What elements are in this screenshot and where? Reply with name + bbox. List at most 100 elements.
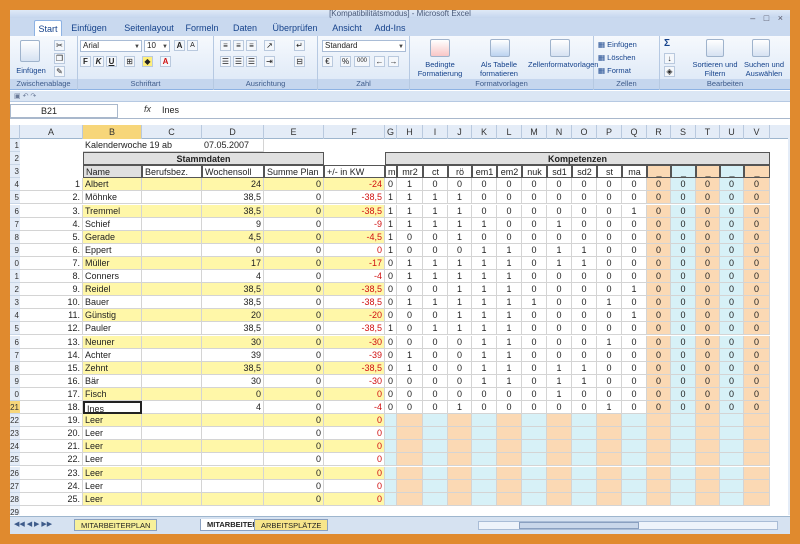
competence-cell[interactable]: 0	[671, 374, 696, 388]
align-center-icon[interactable]: ☰	[233, 56, 244, 67]
competence-cell[interactable]: 0	[547, 401, 572, 414]
person-summe[interactable]: 0	[264, 256, 324, 270]
competence-cell[interactable]: 0	[572, 270, 597, 283]
competence-cell[interactable]: 0	[522, 256, 547, 270]
person-summe[interactable]: 0	[264, 217, 324, 231]
wrap-text-icon[interactable]: ↵	[294, 40, 305, 51]
competence-cell[interactable]: 0	[744, 204, 770, 218]
person-number[interactable]: 17.	[20, 387, 83, 401]
competence-cell[interactable]: 0	[385, 283, 397, 297]
person-beruf[interactable]	[142, 374, 202, 388]
column-header-T[interactable]: T	[696, 125, 720, 139]
sheet-tab-0[interactable]: MITARBEITERPLAN	[74, 519, 158, 531]
competence-cell[interactable]: 1	[397, 256, 423, 270]
competence-cell[interactable]: 0	[720, 178, 744, 192]
row-header[interactable]: 6	[10, 204, 20, 218]
sheet-tab-2[interactable]: ARBEITSPLÄTZE	[254, 519, 329, 531]
competence-cell[interactable]	[522, 479, 547, 493]
person-summe[interactable]: 0	[264, 322, 324, 336]
competence-cell[interactable]: 0	[622, 296, 647, 310]
competence-cell[interactable]: 1	[522, 296, 547, 310]
competence-cell[interactable]	[696, 479, 720, 493]
competence-cell[interactable]: 0	[647, 322, 671, 336]
competence-cell[interactable]: 1	[472, 322, 497, 336]
row-header[interactable]: 9	[10, 243, 20, 257]
person-soll[interactable]: 38,5	[202, 361, 264, 375]
competence-cell[interactable]: 0	[572, 309, 597, 323]
person-name[interactable]: Achter	[83, 348, 142, 362]
competence-cell[interactable]: 1	[423, 217, 448, 231]
column-header-C[interactable]: C	[142, 125, 202, 139]
person-number[interactable]: 2.	[20, 191, 83, 205]
person-diff[interactable]: -30	[324, 335, 385, 349]
title-cell[interactable]: Kalenderwoche 19 ab	[83, 139, 202, 152]
competence-cell[interactable]: 0	[385, 401, 397, 414]
competence-cell[interactable]: 0	[547, 348, 572, 362]
competence-cell[interactable]	[720, 427, 744, 441]
competence-cell[interactable]	[472, 427, 497, 441]
competence-cell[interactable]: 0	[448, 374, 472, 388]
competence-cell[interactable]	[472, 440, 497, 454]
person-summe[interactable]: 0	[264, 387, 324, 401]
competence-cell[interactable]: 0	[472, 401, 497, 414]
person-beruf[interactable]	[142, 191, 202, 205]
ribbon-tab-3[interactable]: Formeln	[182, 20, 222, 36]
competence-cell[interactable]	[622, 427, 647, 441]
competence-cell[interactable]: 1	[472, 361, 497, 375]
competence-cell[interactable]: 0	[547, 230, 572, 244]
competence-cell[interactable]: 0	[696, 296, 720, 310]
competence-cell[interactable]: 0	[597, 322, 622, 336]
competence-cell[interactable]	[448, 414, 472, 428]
person-beruf[interactable]	[142, 230, 202, 244]
person-diff[interactable]: -38,5	[324, 204, 385, 218]
competence-cell[interactable]: 0	[696, 204, 720, 218]
competence-cell[interactable]: 0	[671, 243, 696, 257]
competence-cell[interactable]: 1	[385, 322, 397, 336]
competence-cell[interactable]	[522, 427, 547, 441]
competence-cell[interactable]: 0	[696, 348, 720, 362]
competence-cell[interactable]	[597, 492, 622, 506]
competence-cell[interactable]	[696, 440, 720, 454]
competence-cell[interactable]: 0	[671, 322, 696, 336]
competence-cell[interactable]: 0	[397, 283, 423, 297]
person-soll[interactable]: 0	[202, 243, 264, 257]
competence-cell[interactable]: 0	[696, 256, 720, 270]
competence-cell[interactable]: 0	[720, 335, 744, 349]
competence-cell[interactable]: 0	[397, 309, 423, 323]
competence-cell[interactable]: 0	[647, 296, 671, 310]
cell-styles-icon[interactable]	[550, 39, 570, 57]
competence-cell[interactable]: 0	[522, 361, 547, 375]
competence-cell[interactable]: 0	[522, 243, 547, 257]
person-name[interactable]: Möhnke	[83, 191, 142, 205]
competence-cell[interactable]	[597, 414, 622, 428]
competence-cell[interactable]: 1	[497, 296, 522, 310]
competence-cell[interactable]: 0	[622, 178, 647, 192]
ribbon-tab-1[interactable]: Einfügen	[66, 20, 112, 36]
competence-cell[interactable]: 0	[522, 335, 547, 349]
competence-cell[interactable]: 0	[423, 243, 448, 257]
person-soll[interactable]: 4,5	[202, 230, 264, 244]
competence-cell[interactable]: 0	[385, 178, 397, 192]
competence-cell[interactable]	[547, 440, 572, 454]
competence-cell[interactable]: 1	[448, 270, 472, 283]
cell-styles-button[interactable]: Zellenformatvorlagen	[528, 60, 598, 69]
person-number[interactable]: 20.	[20, 427, 83, 441]
competence-cell[interactable]: 0	[696, 178, 720, 192]
person-number[interactable]: 12.	[20, 322, 83, 336]
competence-cell[interactable]: 0	[696, 309, 720, 323]
person-summe[interactable]: 0	[264, 296, 324, 310]
ribbon-tab-7[interactable]: Add-Ins	[372, 20, 408, 36]
competence-cell[interactable]: 1	[448, 309, 472, 323]
competence-cell[interactable]: 1	[547, 374, 572, 388]
competence-cell[interactable]: 0	[671, 401, 696, 414]
person-number[interactable]: 8.	[20, 270, 83, 283]
row-header[interactable]: 24	[10, 440, 20, 454]
competence-cell[interactable]: 1	[385, 230, 397, 244]
competence-cell[interactable]	[397, 466, 423, 480]
row-header[interactable]: 1	[10, 270, 20, 283]
competence-cell[interactable]: 1	[622, 204, 647, 218]
person-beruf[interactable]	[142, 322, 202, 336]
person-soll[interactable]	[202, 453, 264, 467]
person-diff[interactable]: -20	[324, 309, 385, 323]
competence-cell[interactable]: 1	[572, 256, 597, 270]
